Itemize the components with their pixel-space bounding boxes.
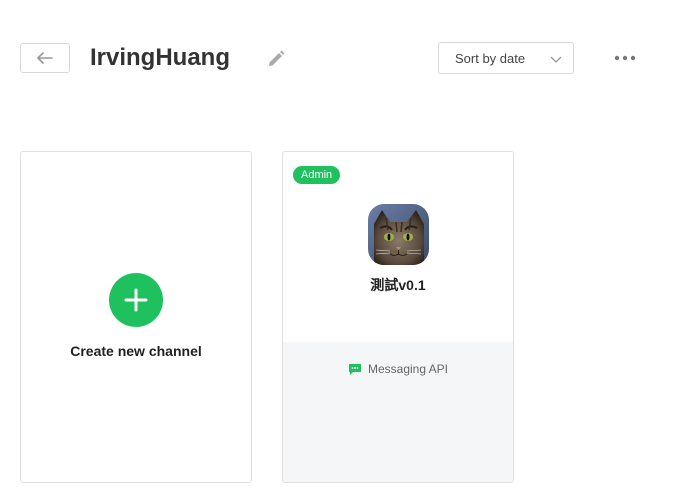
sort-select[interactable]: Sort by date <box>438 42 574 74</box>
channel-avatar <box>368 204 429 265</box>
channel-type-label: Messaging API <box>367 362 449 376</box>
admin-badge: Admin <box>293 166 341 184</box>
more-options-button[interactable] <box>610 48 640 68</box>
pencil-icon[interactable] <box>266 49 286 69</box>
back-button[interactable] <box>20 43 70 73</box>
page-title: IrvingHuang <box>90 44 231 71</box>
channel-card[interactable]: Admin 測試v0.1 Messaging API <box>282 151 514 483</box>
chat-bubble-icon <box>348 363 361 375</box>
channel-card-footer: Messaging API <box>283 342 513 482</box>
create-channel-label: Create new channel <box>70 343 202 359</box>
sort-select-label: Sort by date <box>455 50 526 66</box>
channel-type: Messaging API <box>283 362 513 376</box>
chevron-down-icon <box>550 56 562 63</box>
more-horizontal-icon <box>614 55 636 61</box>
create-channel-card[interactable]: Create new channel <box>20 151 252 483</box>
plus-icon <box>109 273 163 327</box>
arrow-left-icon <box>37 52 53 64</box>
channel-name: 測試v0.1 <box>370 277 426 293</box>
